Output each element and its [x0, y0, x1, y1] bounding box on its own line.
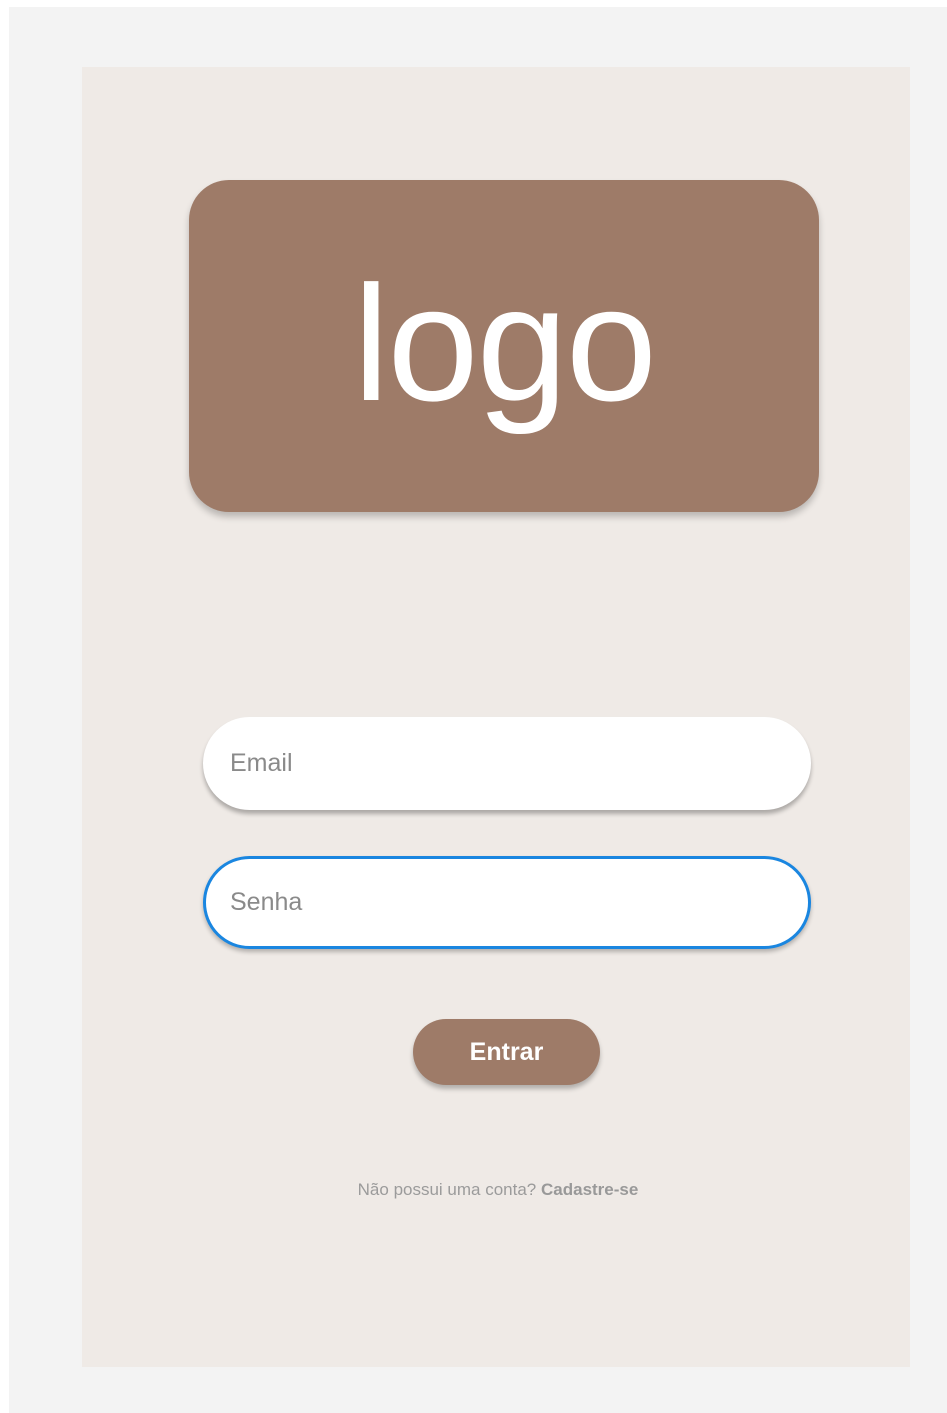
signup-link[interactable]: Cadastre-se — [541, 1180, 638, 1199]
login-button[interactable]: Entrar — [413, 1019, 600, 1085]
password-field[interactable] — [203, 856, 811, 949]
logo-text: logo — [352, 252, 657, 435]
password-input[interactable] — [228, 887, 808, 918]
email-input[interactable] — [228, 748, 811, 779]
signup-prompt: Não possui uma conta? Cadastre-se — [0, 1180, 947, 1200]
email-field[interactable] — [203, 717, 811, 810]
logo: logo — [189, 180, 819, 512]
signup-prompt-text: Não possui uma conta? — [357, 1180, 537, 1199]
